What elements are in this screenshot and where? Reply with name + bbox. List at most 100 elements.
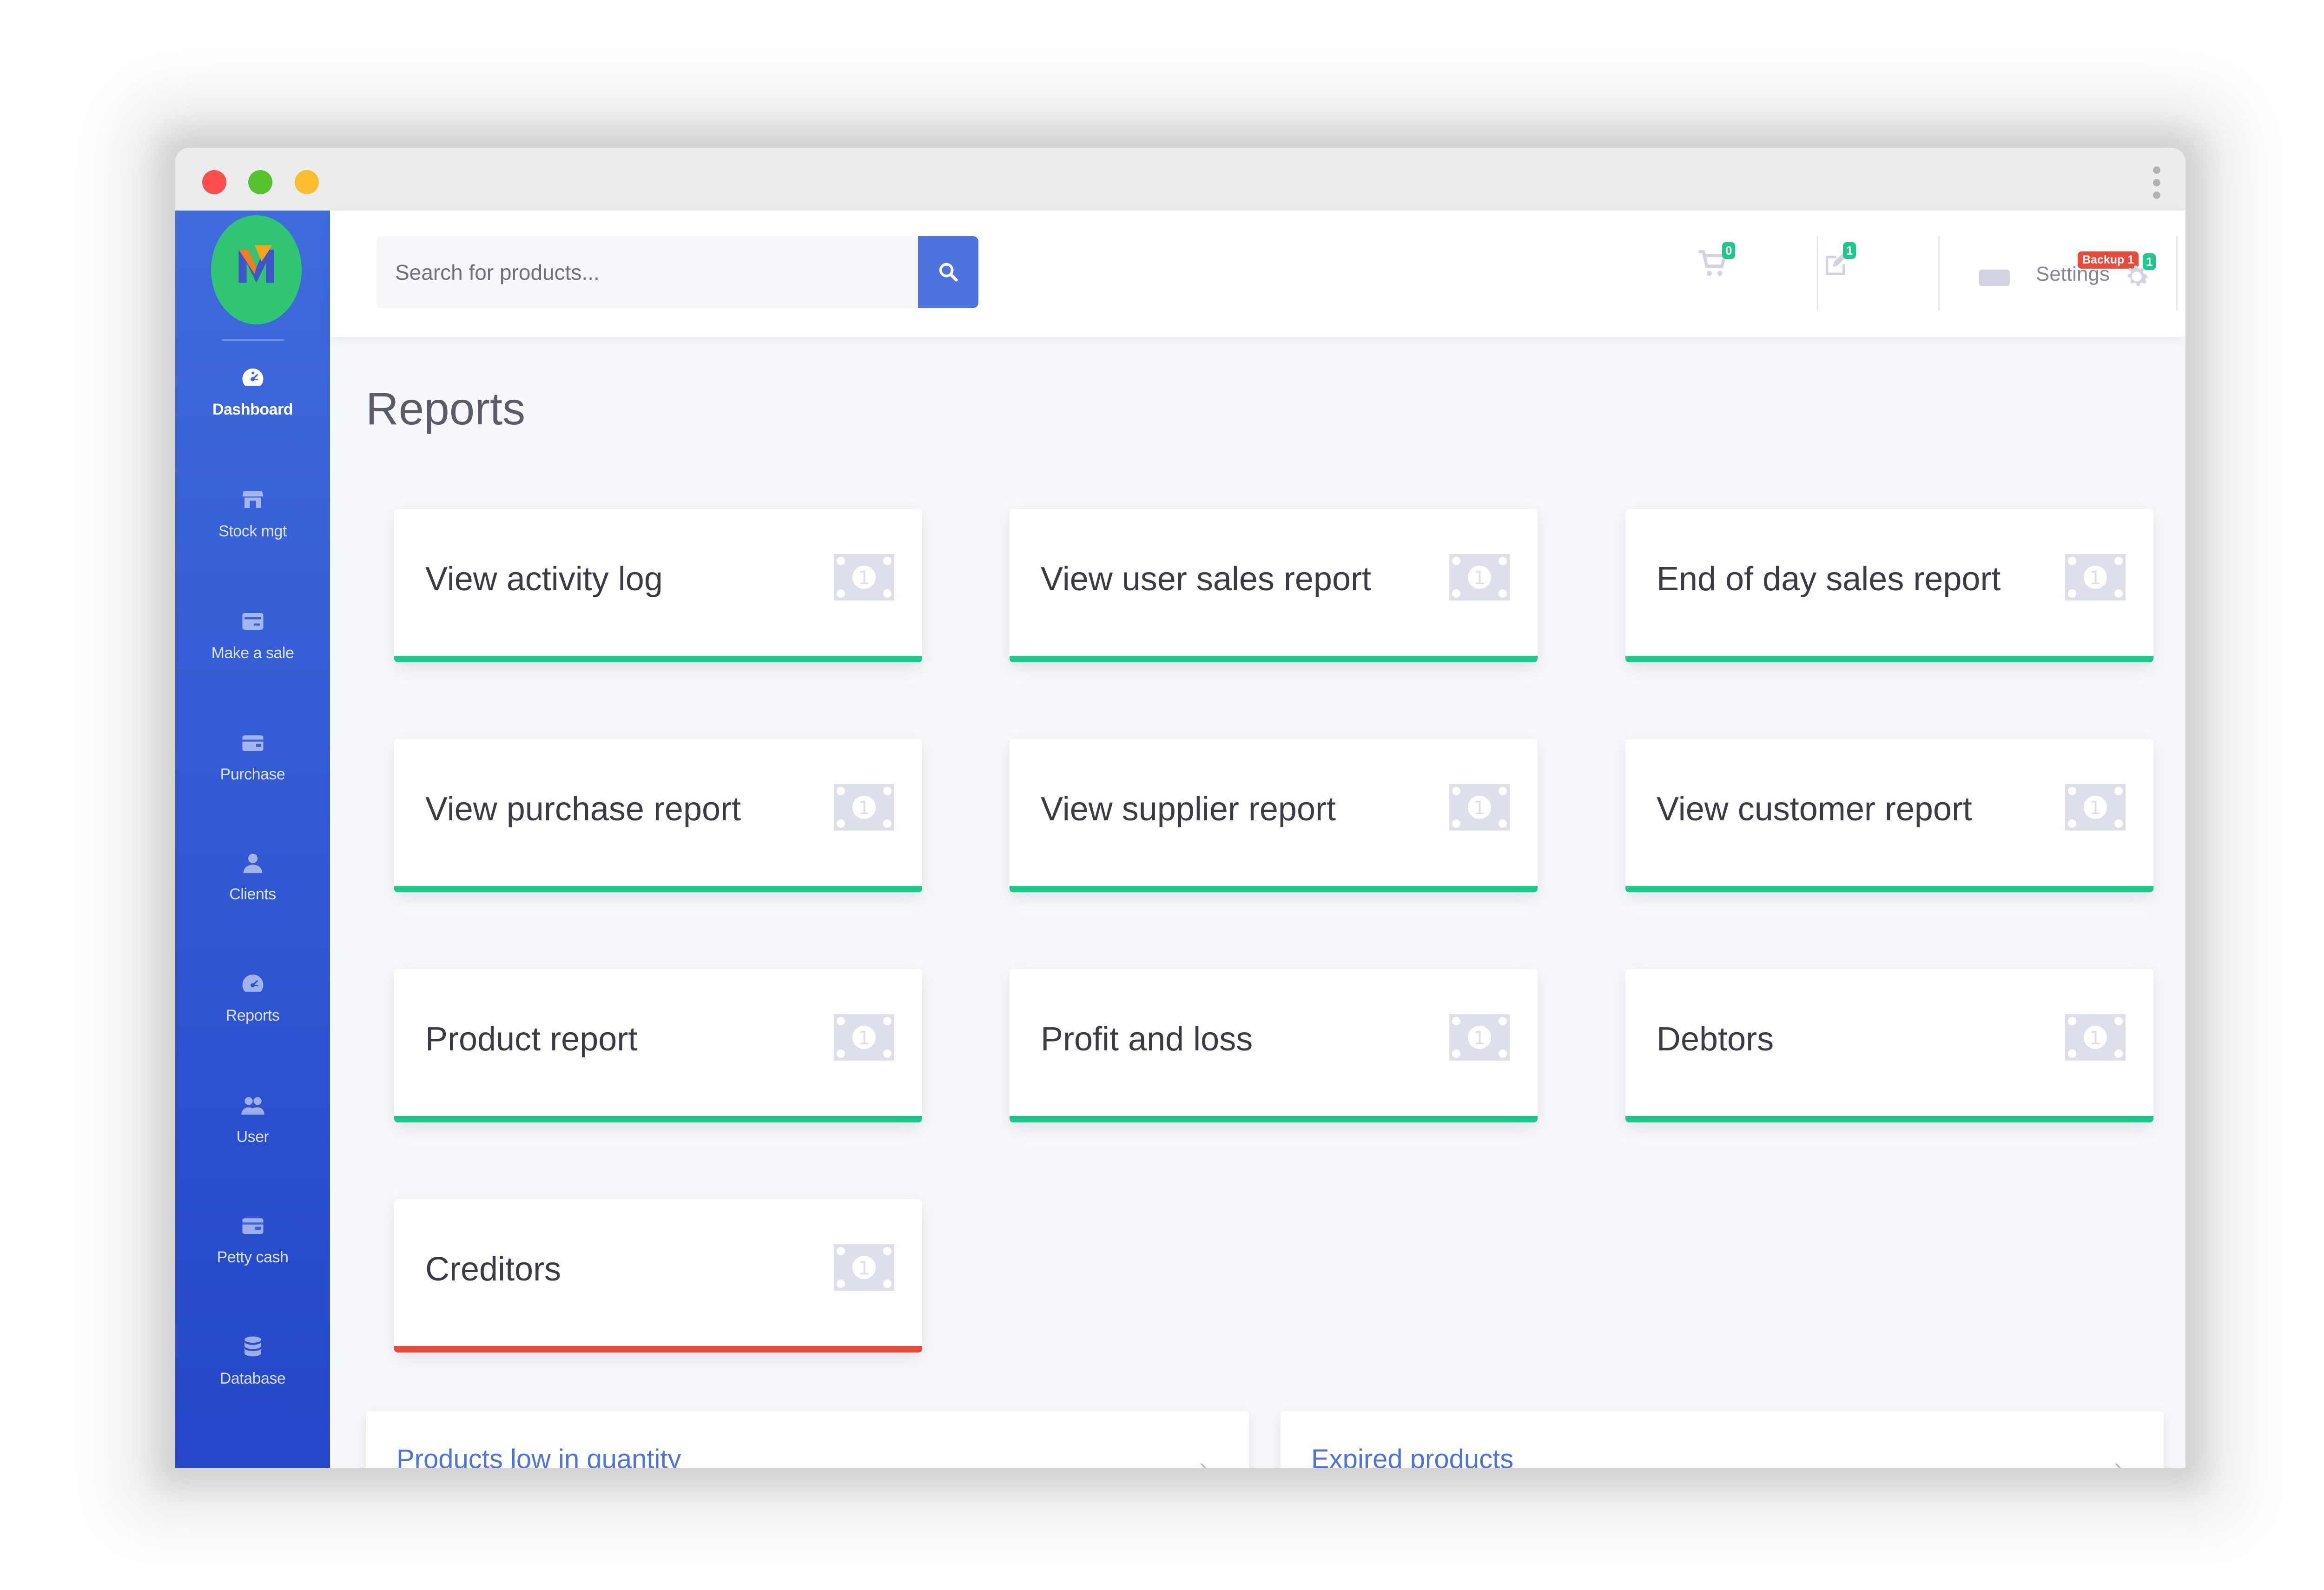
sidebar-item-stock-mgt[interactable]: Stock mgt: [175, 487, 330, 580]
backup-button[interactable]: [1978, 266, 2011, 292]
sidebar-item-label: Clients: [229, 885, 276, 903]
topbar: 0 1 Backup 1: [330, 211, 2185, 337]
user-icon: [243, 853, 262, 873]
sidebar-item-database[interactable]: Database: [175, 1334, 330, 1427]
settings-count-badge: 1: [2143, 253, 2156, 270]
sidebar-item-make-a-sale[interactable]: Make a sale: [175, 609, 330, 702]
money-bill-icon: 1: [834, 784, 894, 831]
report-card-supplier[interactable]: View supplier report 1: [1010, 739, 1538, 892]
svg-text:1: 1: [2089, 798, 2101, 819]
sidebar-item-label: Purchase: [220, 765, 285, 783]
svg-text:1: 1: [1473, 798, 1485, 819]
card-title: Creditors: [425, 1251, 561, 1288]
card-title: Product report: [425, 1021, 638, 1058]
sidebar-item-purchase[interactable]: Purchase: [175, 730, 330, 823]
svg-text:1: 1: [2089, 567, 2101, 589]
chevron-right-icon: ›: [2114, 1453, 2122, 1468]
sidebar-item-label: User: [236, 1128, 269, 1146]
settings-button[interactable]: Settings 1: [2036, 253, 2175, 308]
card-title: Debtors: [1657, 1021, 1774, 1058]
sidebar-item-label: Make a sale: [211, 644, 294, 662]
sidebar-item-user[interactable]: User: [175, 1093, 330, 1186]
sidebar: Dashboard Stock mgt Make a sale Purchase…: [175, 211, 330, 1468]
products-low-in-quantity-link[interactable]: Products low in quantity: [396, 1444, 681, 1468]
sidebar-item-label: Reports: [225, 1007, 280, 1024]
svg-text:1: 1: [858, 798, 870, 819]
report-card-product[interactable]: Product report 1: [394, 969, 922, 1122]
sidebar-item-label: Dashboard: [212, 401, 293, 418]
money-bill-icon: 1: [2065, 784, 2126, 831]
sidebar-item-petty-cash[interactable]: Petty cash: [175, 1213, 330, 1306]
cart-button[interactable]: 0: [1697, 242, 1736, 282]
topbar-divider: [1938, 236, 1940, 310]
expired-products-panel[interactable]: Expired products ›: [1281, 1411, 2164, 1468]
search-input[interactable]: [376, 236, 918, 308]
money-bill-icon: 1: [1449, 1014, 1510, 1061]
users-icon: [241, 1097, 264, 1115]
report-card-creditors[interactable]: Creditors 1: [394, 1199, 922, 1352]
sidebar-item-label: Petty cash: [217, 1248, 289, 1266]
logo-mark-icon: [238, 245, 274, 283]
maximize-window-button[interactable]: [295, 170, 319, 194]
cash-icon: [242, 1218, 263, 1234]
report-card-purchase[interactable]: View purchase report 1: [394, 739, 922, 892]
dashboard-icon: [242, 368, 263, 386]
svg-text:1: 1: [858, 1258, 870, 1279]
card-title: View customer report: [1657, 791, 1972, 828]
store-icon: [242, 491, 263, 508]
sidebar-item-reports[interactable]: Reports: [175, 971, 330, 1064]
money-bill-icon: 1: [834, 554, 894, 600]
app-logo[interactable]: [211, 215, 302, 324]
sidebar-item-label: Stock mgt: [218, 522, 287, 540]
report-card-activity-log[interactable]: View activity log 1: [394, 509, 922, 662]
card-title: View supplier report: [1041, 791, 1336, 828]
topbar-divider: [1817, 236, 1818, 310]
close-window-button[interactable]: [202, 170, 226, 194]
kebab-menu-icon[interactable]: [2153, 166, 2162, 204]
expired-products-link[interactable]: Expired products: [1311, 1444, 1513, 1468]
money-bill-icon: 1: [2065, 1014, 2126, 1061]
backup-icon: [1979, 270, 2010, 286]
sidebar-divider: [222, 339, 284, 341]
card-title: Profit and loss: [1041, 1021, 1253, 1058]
sidebar-item-label: Database: [219, 1370, 286, 1387]
card-title: View user sales report: [1041, 561, 1371, 598]
svg-text:1: 1: [1473, 1028, 1485, 1049]
svg-text:1: 1: [2089, 1028, 2101, 1049]
svg-text:1: 1: [858, 567, 870, 589]
settings-label: Settings: [2036, 263, 2110, 285]
products-low-in-quantity-panel[interactable]: Products low in quantity ›: [366, 1411, 1249, 1468]
report-card-debtors[interactable]: Debtors 1: [1625, 969, 2153, 1122]
money-bill-icon: 1: [1449, 554, 1510, 600]
cart-count-badge: 0: [1722, 242, 1736, 259]
gauge-icon: [242, 974, 263, 992]
card-title: View activity log: [425, 561, 663, 598]
database-icon: [244, 1336, 261, 1357]
money-bill-icon: 1: [834, 1014, 894, 1061]
sidebar-item-dashboard[interactable]: Dashboard: [175, 365, 330, 458]
page-title: Reports: [366, 383, 526, 434]
report-card-customer[interactable]: View customer report 1: [1625, 739, 2153, 892]
money-bill-icon: 1: [1449, 784, 1510, 831]
report-card-end-of-day[interactable]: End of day sales report 1: [1625, 509, 2153, 662]
cash-register-icon: [242, 613, 263, 630]
money-bill-icon: 1: [2065, 554, 2126, 600]
svg-text:1: 1: [858, 1028, 870, 1049]
chevron-right-icon: ›: [1199, 1453, 1207, 1468]
report-card-profit-and-loss[interactable]: Profit and loss 1: [1010, 969, 1538, 1122]
topbar-divider: [2176, 236, 2178, 310]
search-button[interactable]: [918, 236, 978, 308]
sidebar-item-clients[interactable]: Clients: [175, 850, 330, 943]
app-window: Dashboard Stock mgt Make a sale Purchase…: [175, 148, 2185, 1468]
edit-button[interactable]: 1: [1822, 242, 1856, 281]
wallet-icon: [242, 735, 263, 751]
svg-text:1: 1: [1473, 567, 1485, 589]
report-card-user-sales[interactable]: View user sales report 1: [1010, 509, 1538, 662]
card-title: End of day sales report: [1657, 561, 2001, 598]
edit-count-badge: 1: [1843, 242, 1856, 259]
search-icon: [939, 263, 958, 282]
money-bill-icon: 1: [834, 1244, 894, 1291]
minimize-window-button[interactable]: [248, 170, 272, 194]
window-titlebar: [175, 148, 2185, 211]
card-title: View purchase report: [425, 791, 741, 828]
